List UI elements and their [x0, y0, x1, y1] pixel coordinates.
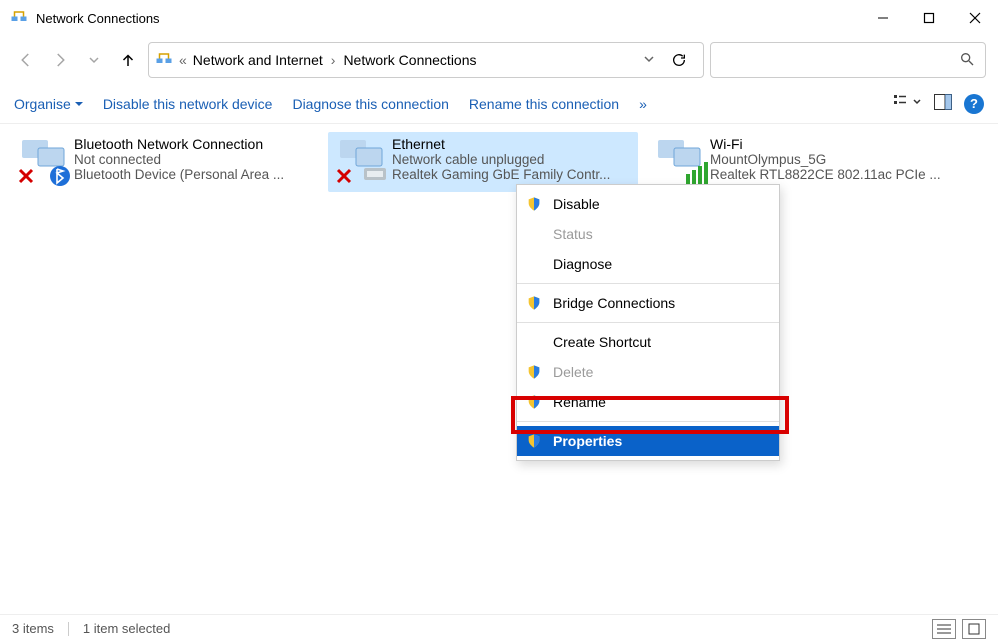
- window-title: Network Connections: [36, 11, 860, 26]
- details-view-button[interactable]: [932, 619, 956, 639]
- context-bridge[interactable]: Bridge Connections: [517, 288, 779, 318]
- connection-device: Bluetooth Device (Personal Area ...: [74, 167, 314, 182]
- up-button[interactable]: [114, 46, 142, 74]
- breadcrumb-prefix[interactable]: «: [179, 52, 187, 68]
- help-button[interactable]: ?: [964, 94, 984, 114]
- connection-device: Realtek RTL8822CE 802.11ac PCIe ...: [710, 167, 950, 182]
- address-dropdown-icon[interactable]: [643, 52, 655, 68]
- organise-menu[interactable]: Organise: [14, 96, 83, 112]
- context-separator: [517, 421, 779, 422]
- command-bar: Organise Disable this network device Dia…: [0, 84, 998, 124]
- preview-pane-button[interactable]: [934, 94, 952, 113]
- navigation-bar: « Network and Internet › Network Connect…: [0, 36, 998, 84]
- shield-icon: [525, 432, 543, 450]
- rename-command[interactable]: Rename this connection: [469, 96, 619, 112]
- status-divider: [68, 622, 69, 636]
- connection-list: Bluetooth Network Connection Not connect…: [10, 132, 988, 192]
- refresh-button[interactable]: [661, 42, 697, 78]
- shield-icon: [525, 393, 543, 411]
- breadcrumb-network-internet[interactable]: Network and Internet: [193, 52, 323, 68]
- connection-status: Network cable unplugged: [392, 152, 632, 167]
- connection-item-ethernet[interactable]: Ethernet Network cable unplugged Realtek…: [328, 132, 638, 192]
- connection-item-bluetooth[interactable]: Bluetooth Network Connection Not connect…: [10, 132, 320, 192]
- window-controls: [860, 2, 998, 34]
- context-properties[interactable]: Properties: [517, 426, 779, 456]
- disable-device-command[interactable]: Disable this network device: [103, 96, 273, 112]
- wifi-icon: [652, 136, 710, 188]
- context-item-label: Rename: [553, 394, 606, 410]
- view-options-button[interactable]: [894, 93, 922, 114]
- large-icons-view-button[interactable]: [962, 619, 986, 639]
- context-item-label: Disable: [553, 196, 600, 212]
- context-rename[interactable]: Rename: [517, 387, 779, 417]
- status-bar: 3 items 1 item selected: [0, 614, 998, 642]
- shield-icon: [525, 363, 543, 381]
- content-area[interactable]: Bluetooth Network Connection Not connect…: [0, 124, 998, 604]
- address-bar[interactable]: « Network and Internet › Network Connect…: [148, 42, 704, 78]
- maximize-button[interactable]: [906, 2, 952, 34]
- context-menu: Disable Status Diagnose Bridge Connectio…: [516, 184, 780, 461]
- overflow-command[interactable]: »: [639, 96, 647, 112]
- connection-status: MountOlympus_5G: [710, 152, 950, 167]
- connection-name: Ethernet: [392, 136, 632, 152]
- status-selection: 1 item selected: [83, 621, 170, 636]
- diagnose-command[interactable]: Diagnose this connection: [292, 96, 448, 112]
- connection-name: Bluetooth Network Connection: [74, 136, 314, 152]
- shield-icon: [525, 195, 543, 213]
- context-item-label: Properties: [553, 433, 622, 449]
- context-item-label: Create Shortcut: [553, 334, 651, 350]
- forward-button[interactable]: [46, 46, 74, 74]
- context-disable[interactable]: Disable: [517, 189, 779, 219]
- shield-icon: [525, 294, 543, 312]
- connection-name: Wi-Fi: [710, 136, 950, 152]
- context-item-label: Bridge Connections: [553, 295, 675, 311]
- status-item-count: 3 items: [12, 621, 54, 636]
- minimize-button[interactable]: [860, 2, 906, 34]
- search-icon: [959, 51, 975, 70]
- context-status: Status: [517, 219, 779, 249]
- titlebar[interactable]: Network Connections: [0, 0, 998, 36]
- context-diagnose[interactable]: Diagnose: [517, 249, 779, 279]
- context-item-label: Delete: [553, 364, 593, 380]
- context-item-label: Status: [553, 226, 593, 242]
- context-separator: [517, 322, 779, 323]
- back-button[interactable]: [12, 46, 40, 74]
- location-icon: [155, 51, 173, 69]
- chevron-right-icon: ›: [329, 52, 338, 68]
- bluetooth-icon: [16, 136, 74, 188]
- search-box[interactable]: [710, 42, 986, 78]
- breadcrumb-network-connections[interactable]: Network Connections: [343, 52, 476, 68]
- connection-item-wifi[interactable]: Wi-Fi MountOlympus_5G Realtek RTL8822CE …: [646, 132, 956, 192]
- close-button[interactable]: [952, 2, 998, 34]
- recent-locations-button[interactable]: [80, 46, 108, 74]
- app-icon: [10, 9, 28, 27]
- context-create-shortcut[interactable]: Create Shortcut: [517, 327, 779, 357]
- context-delete: Delete: [517, 357, 779, 387]
- connection-device: Realtek Gaming GbE Family Contr...: [392, 167, 632, 182]
- connection-status: Not connected: [74, 152, 314, 167]
- context-separator: [517, 283, 779, 284]
- ethernet-icon: [334, 136, 392, 188]
- context-item-label: Diagnose: [553, 256, 612, 272]
